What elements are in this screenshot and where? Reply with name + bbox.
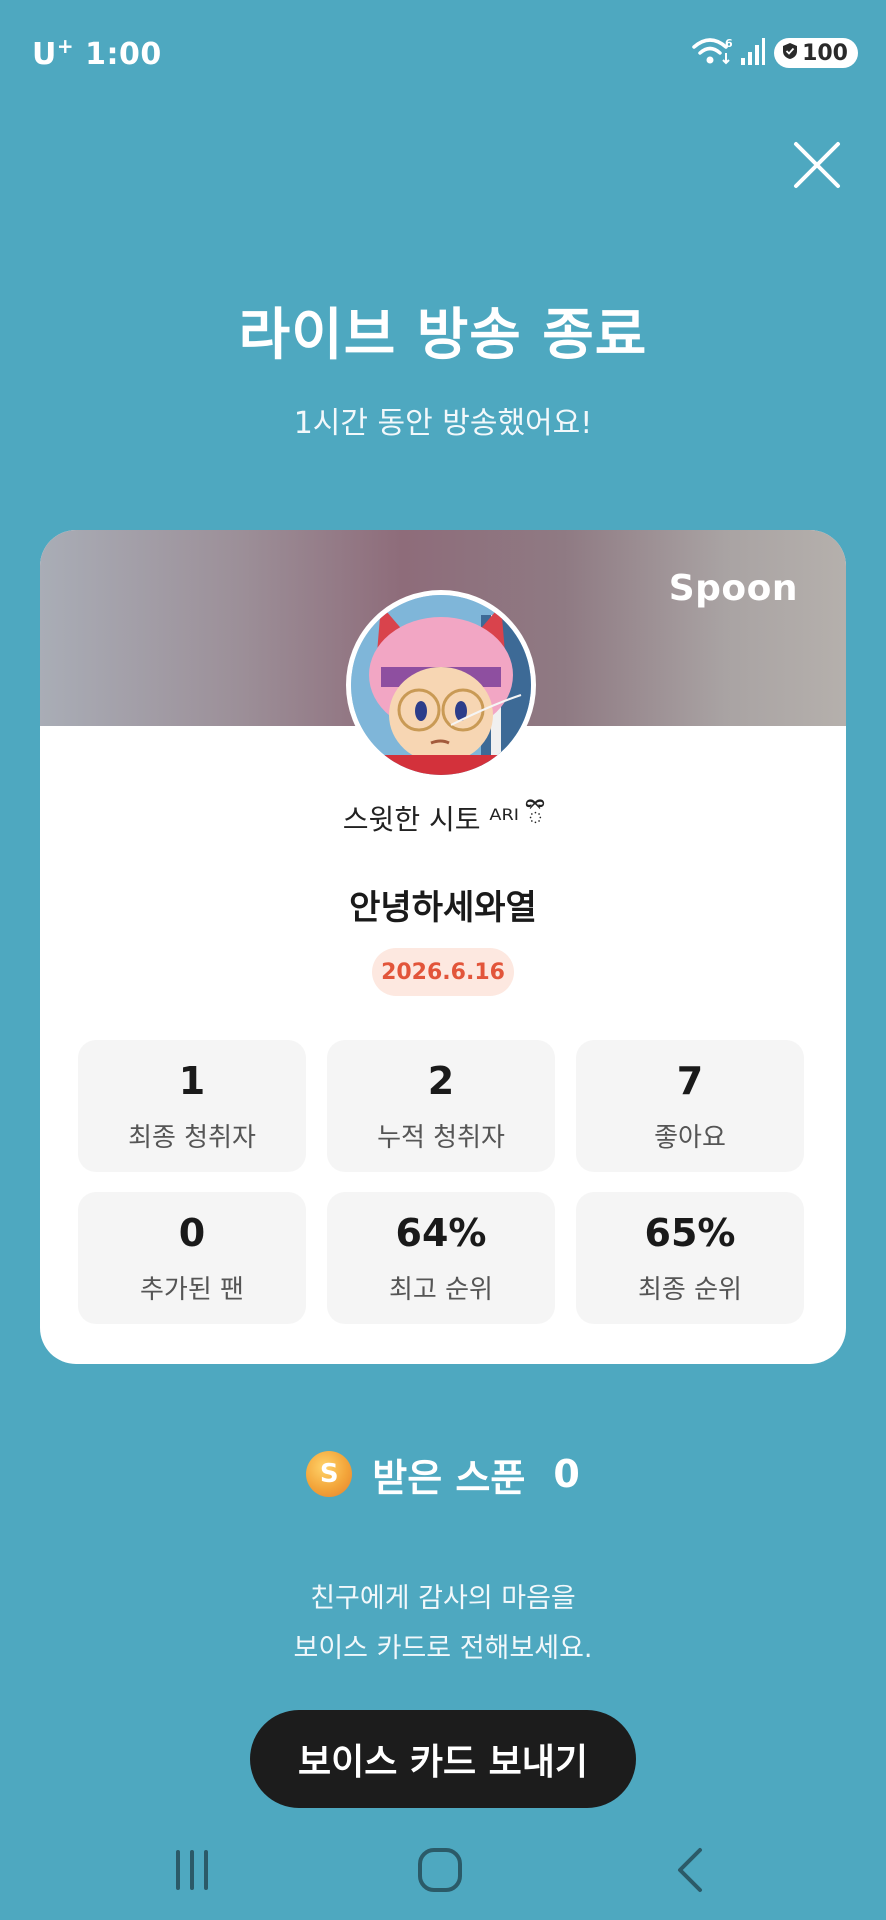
- carrier-sup: +: [56, 34, 75, 58]
- received-spoons-count: 0: [553, 1452, 580, 1496]
- broadcast-summary-card: Spoon 스윗한 시토 ᴬᴿᴵ ྀི 안녕하세와열 2026.6.16 1 최…: [40, 530, 846, 1364]
- system-nav-bar: [0, 1820, 886, 1920]
- broadcast-duration: 1시간 동안 방송했어요!: [293, 406, 593, 441]
- spoon-coin-icon: S: [306, 1451, 353, 1497]
- stat-value: 0: [178, 1210, 206, 1255]
- wifi-badge: 6: [725, 37, 732, 50]
- close-icon: [794, 142, 840, 188]
- stream-title: 안녕하세와열: [349, 888, 537, 928]
- page-title: 라이브 방송 종료: [238, 303, 648, 368]
- home-button[interactable]: [410, 1840, 470, 1900]
- stat-label: 누적 청취자: [377, 1122, 505, 1153]
- stat-value: 1: [178, 1058, 206, 1103]
- stat-value: 7: [676, 1058, 704, 1103]
- stat-final-listeners: 1 최종 청취자: [78, 1040, 306, 1172]
- close-button[interactable]: [790, 138, 844, 192]
- home-icon: [418, 1848, 462, 1892]
- stat-label: 좋아요: [654, 1122, 726, 1153]
- stat-total-listeners: 2 누적 청취자: [327, 1040, 555, 1172]
- carrier-name: U: [32, 37, 57, 72]
- battery-indicator: 100: [774, 38, 858, 68]
- back-icon: [678, 1848, 702, 1892]
- stats-grid: 1 최종 청취자 2 누적 청취자 7 좋아요 0 추가된 팬 64% 최고 순…: [78, 1040, 808, 1324]
- recent-apps-button[interactable]: [162, 1840, 222, 1900]
- stat-likes: 7 좋아요: [576, 1040, 804, 1172]
- brand-logo: Spoon: [668, 568, 798, 609]
- stat-best-rank: 64% 최고 순위: [327, 1192, 555, 1324]
- host-nickname: 스윗한 시토 ᴬᴿᴵ ྀི: [342, 803, 544, 836]
- stat-value: 65%: [644, 1210, 736, 1255]
- thanks-line-2: 보이스 카드로 전해보세요.: [293, 1633, 593, 1664]
- recent-apps-icon: [176, 1850, 208, 1890]
- clock: 1:00: [85, 37, 162, 72]
- send-voice-card-button[interactable]: 보이스 카드 보내기: [250, 1710, 636, 1808]
- status-bar: U+ 1:00 6 100: [0, 0, 886, 105]
- thanks-message: 친구에게 감사의 마음을 보이스 카드로 전해보세요.: [0, 1574, 886, 1674]
- back-button[interactable]: [662, 1840, 722, 1900]
- avatar: [346, 590, 536, 780]
- stat-label: 최종 순위: [638, 1274, 742, 1305]
- stat-label: 최고 순위: [389, 1274, 493, 1305]
- received-spoons-label: 받은 스푼: [372, 1455, 526, 1500]
- thanks-line-1: 친구에게 감사의 마음을: [310, 1583, 576, 1614]
- signal-icon: [740, 36, 766, 70]
- stat-value: 64%: [395, 1210, 487, 1255]
- stat-final-rank: 65% 최종 순위: [576, 1192, 804, 1324]
- status-icons: 6 100: [692, 36, 858, 70]
- stat-label: 최종 청취자: [128, 1122, 256, 1153]
- wifi-icon: 6: [692, 35, 733, 71]
- carrier-time: U+ 1:00: [32, 34, 162, 72]
- stat-label: 추가된 팬: [140, 1274, 244, 1305]
- received-spoons: S 받은 스푼 0: [0, 1444, 886, 1504]
- stat-new-fans: 0 추가된 팬: [78, 1192, 306, 1324]
- battery-level: 100: [802, 40, 848, 66]
- shield-icon: [782, 41, 798, 66]
- date-badge: 2026.6.16: [372, 948, 514, 996]
- stat-value: 2: [427, 1058, 455, 1103]
